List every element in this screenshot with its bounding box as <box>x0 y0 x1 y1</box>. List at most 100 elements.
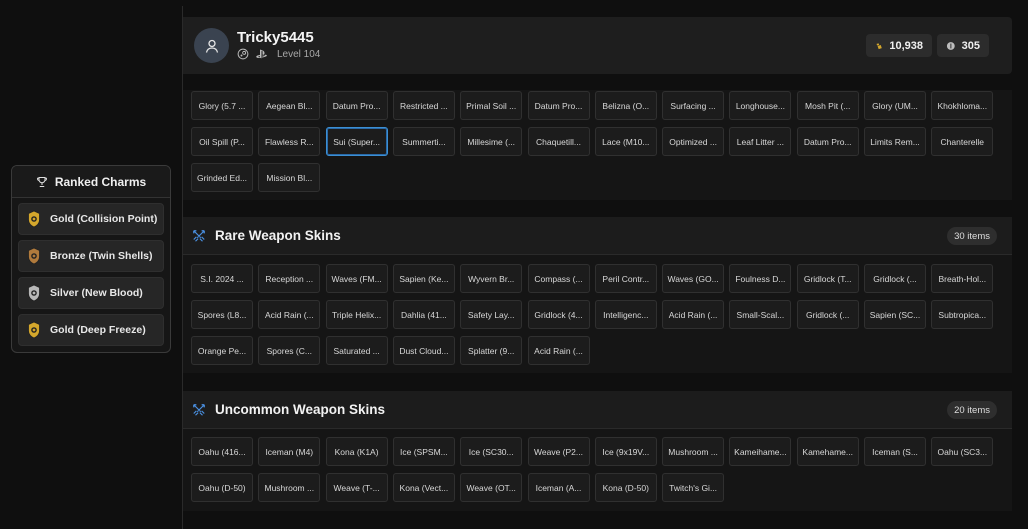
skin-chip[interactable]: Khokhloma... <box>931 91 994 120</box>
skin-chip[interactable]: Surfacing ... <box>662 91 725 120</box>
skin-chip[interactable]: Mosh Pit (... <box>796 91 859 120</box>
skin-chip[interactable]: Weave (P2... <box>527 437 590 466</box>
charm-item[interactable]: Silver (New Blood) <box>18 277 164 309</box>
skin-chip[interactable]: Weave (T-... <box>325 473 388 502</box>
skin-chip[interactable]: Datum Pro... <box>325 91 388 120</box>
skin-chip[interactable]: Sui (Super... <box>325 127 388 156</box>
skin-chip[interactable]: Spores (L8... <box>191 300 253 329</box>
skin-chip[interactable]: Ice (SPSM... <box>392 437 455 466</box>
skin-chip[interactable]: Sapien (Ke... <box>392 264 455 293</box>
skin-chip[interactable]: Ice (SC30... <box>460 437 523 466</box>
skin-chip[interactable]: Chanterelle <box>931 127 994 156</box>
skin-chip[interactable]: Ice (9x19V... <box>594 437 657 466</box>
skin-chip[interactable]: Safety Lay... <box>460 300 523 329</box>
skin-chip[interactable]: Oahu (D-50) <box>191 473 253 502</box>
steam-icon <box>237 48 249 60</box>
skin-chip[interactable]: Weave (OT... <box>460 473 523 502</box>
skin-chip[interactable]: Acid Rain (... <box>258 300 321 329</box>
skin-chip[interactable]: Optimized ... <box>662 127 725 156</box>
skin-chip[interactable]: Glory (UM... <box>864 91 926 120</box>
skin-chip[interactable]: Waves (FM... <box>325 264 388 293</box>
skin-chip[interactable]: Longhouse... <box>729 91 792 120</box>
charm-item[interactable]: Gold (Deep Freeze) <box>18 314 164 346</box>
charm-list: Gold (Collision Point) Bronze (Twin Shell… <box>12 203 170 346</box>
skin-chip[interactable]: Compass (... <box>527 264 590 293</box>
credits-icon <box>876 42 882 49</box>
skin-chip[interactable]: Waves (GO... <box>662 264 725 293</box>
skin-chip[interactable]: Restricted ... <box>392 91 455 120</box>
skin-chip[interactable]: Flawless R... <box>258 127 321 156</box>
gold-charm-icon <box>28 321 40 339</box>
skin-chip[interactable]: Foulness D... <box>729 264 792 293</box>
skin-chip[interactable]: Acid Rain (... <box>527 336 590 365</box>
profile-meta: Level 104 <box>237 48 320 60</box>
skin-chip[interactable]: Acid Rain (... <box>662 300 725 329</box>
skin-chip[interactable]: Summerti... <box>392 127 455 156</box>
skin-chip[interactable]: Triple Helix... <box>325 300 388 329</box>
skin-chip[interactable]: Oahu (416... <box>191 437 253 466</box>
skin-chip[interactable]: Kona (Vect... <box>392 473 455 502</box>
skin-chip[interactable]: Datum Pro... <box>527 91 590 120</box>
skin-chip[interactable]: Primal Soil ... <box>460 91 523 120</box>
skin-chip[interactable]: Orange Pe... <box>191 336 253 365</box>
skin-chip[interactable]: Gridlock (4... <box>527 300 590 329</box>
charm-label: Gold (Collision Point) <box>50 213 158 225</box>
charm-item[interactable]: Gold (Collision Point) <box>18 203 164 235</box>
skin-chip[interactable]: Saturated ... <box>325 336 388 365</box>
coins-badge: 305 <box>937 34 989 57</box>
skin-chip[interactable]: Gridlock (T... <box>796 264 859 293</box>
skin-chip[interactable]: Chaquetill... <box>527 127 590 156</box>
skin-chip[interactable]: Twitch's Gi... <box>662 473 725 502</box>
skin-chip[interactable]: Belizna (O... <box>594 91 657 120</box>
skin-chip[interactable]: Datum Pro... <box>796 127 859 156</box>
skin-chip[interactable]: S.I. 2024 ... <box>191 264 253 293</box>
skin-chip[interactable]: Iceman (A... <box>527 473 590 502</box>
coin-icon <box>946 41 955 50</box>
avatar[interactable] <box>194 28 229 63</box>
uncommon-count-badge: 20 items <box>947 401 997 419</box>
skin-chip[interactable]: Intelligenc... <box>594 300 657 329</box>
skin-chip[interactable]: Limits Rem... <box>864 127 926 156</box>
skin-chip[interactable]: Millesime (... <box>460 127 523 156</box>
skin-chip[interactable]: Mission Bl... <box>258 163 321 192</box>
silver-charm-icon <box>28 284 40 302</box>
skin-chip[interactable]: Kona (D-50) <box>594 473 657 502</box>
coins-value: 305 <box>961 39 980 52</box>
skin-chip[interactable]: Glory (5.7 ... <box>191 91 253 120</box>
skin-chip[interactable]: Breath-Hol... <box>931 264 994 293</box>
skin-chip[interactable]: Wyvern Br... <box>460 264 523 293</box>
skin-chip[interactable]: Subtropica... <box>931 300 994 329</box>
charm-label: Bronze (Twin Shells) <box>50 250 153 262</box>
skin-chip[interactable]: Mushroom ... <box>662 437 725 466</box>
skin-chip[interactable]: Peril Contr... <box>594 264 657 293</box>
player-level: Level 104 <box>277 48 321 60</box>
skin-chip[interactable]: Kameihame... <box>729 437 792 466</box>
skin-chip[interactable]: Kona (K1A) <box>325 437 388 466</box>
skin-chip[interactable]: Grinded Ed... <box>191 163 253 192</box>
skin-chip[interactable]: Mushroom ... <box>258 473 321 502</box>
skin-chip[interactable]: Small-Scal... <box>729 300 792 329</box>
uncommon-section-header: Uncommon Weapon Skins 20 items <box>183 391 1012 429</box>
skin-chip[interactable]: Dust Cloud... <box>392 336 455 365</box>
skin-chip[interactable]: Sapien (SC... <box>864 300 926 329</box>
skin-chip[interactable]: Spores (C... <box>258 336 321 365</box>
skin-chip[interactable]: Splatter (9... <box>460 336 523 365</box>
skin-chip[interactable]: Lace (M10... <box>594 127 657 156</box>
skin-chip[interactable]: Oahu (SC3... <box>931 437 994 466</box>
skin-chip[interactable]: Kamehame... <box>796 437 859 466</box>
skin-chip[interactable]: Gridlock (... <box>796 300 859 329</box>
profile-header: Tricky5445 Level 104 10,938 305 <box>183 17 1012 74</box>
skin-chip[interactable]: Dahlia (41... <box>392 300 455 329</box>
skin-chip[interactable]: Aegean Bl... <box>258 91 321 120</box>
charm-item[interactable]: Bronze (Twin Shells) <box>18 240 164 272</box>
skin-chip[interactable]: Oil Spill (P... <box>191 127 253 156</box>
playstation-icon <box>256 49 267 59</box>
skin-chip[interactable]: Iceman (S... <box>864 437 926 466</box>
uncommon-section-title: Uncommon Weapon Skins <box>215 402 386 417</box>
skin-chip[interactable]: Iceman (M4) <box>258 437 321 466</box>
skin-chip[interactable]: Leaf Litter ... <box>729 127 792 156</box>
main-content: Tricky5445 Level 104 10,938 305 Glory (5… <box>183 0 1012 529</box>
skin-chip[interactable]: Gridlock (... <box>864 264 926 293</box>
rare-section-header: Rare Weapon Skins 30 items <box>183 217 1012 255</box>
skin-chip[interactable]: Reception ... <box>258 264 321 293</box>
